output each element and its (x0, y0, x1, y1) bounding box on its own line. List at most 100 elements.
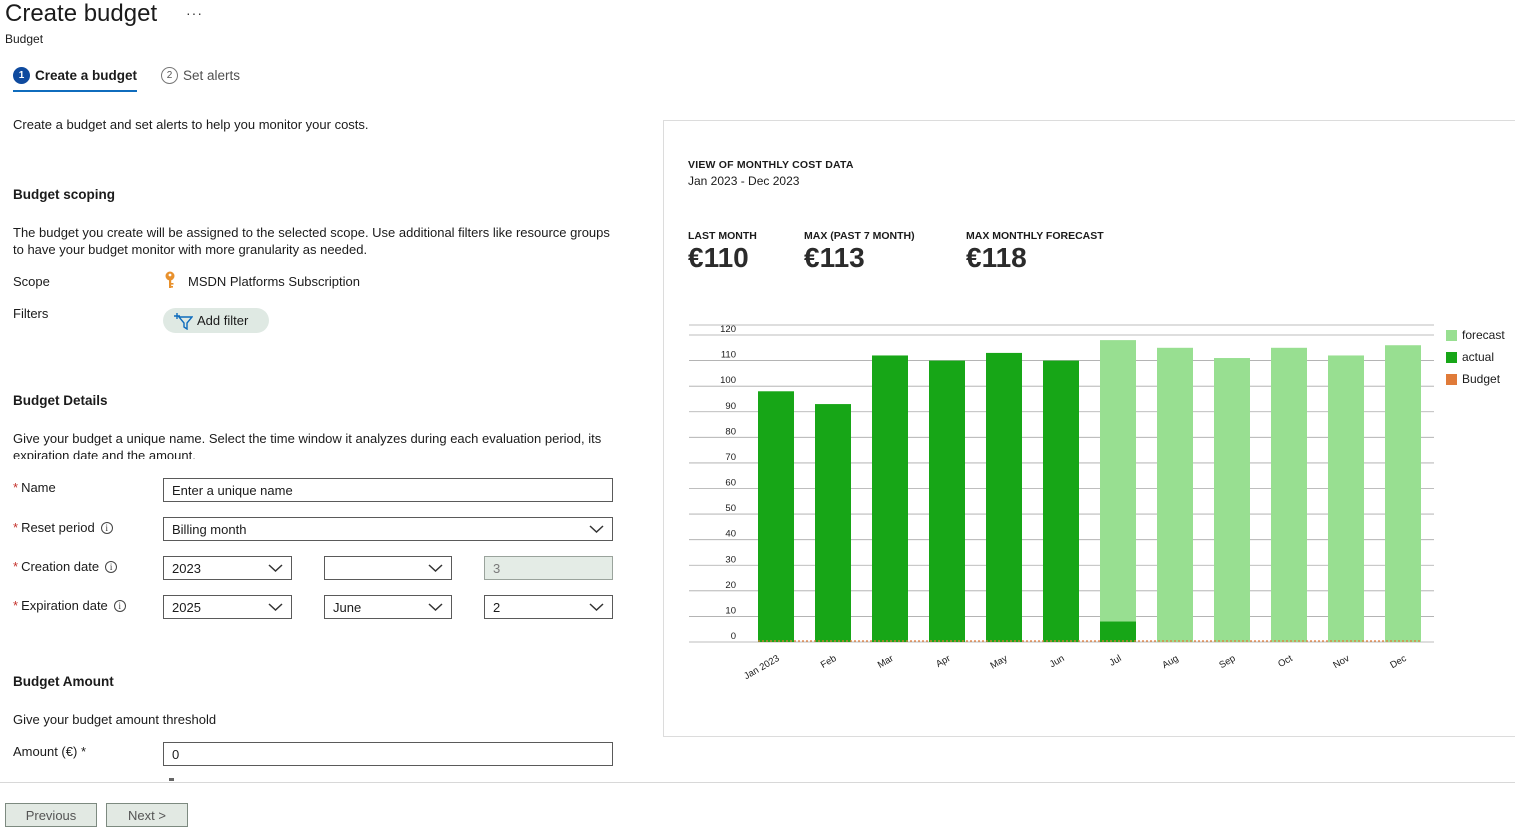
x-tick-label: Jun (1048, 653, 1067, 670)
y-tick-label: 50 (725, 503, 736, 514)
footer-divider (0, 782, 1515, 783)
y-tick-label: 120 (720, 324, 736, 335)
x-tick-label: Dec (1388, 653, 1408, 671)
name-input[interactable]: Enter a unique name (163, 478, 613, 502)
forecast-bar (1157, 347, 1193, 642)
details-heading: Budget Details (13, 393, 108, 408)
y-tick-label: 10 (725, 605, 736, 616)
expiration-month-select[interactable]: June (324, 595, 452, 619)
actual-bar (1043, 360, 1079, 642)
y-tick-label: 20 (725, 580, 736, 591)
actual-bar (986, 352, 1022, 642)
panel-range: Jan 2023 - Dec 2023 (688, 174, 800, 188)
kpi-max-forecast-value: €118 (966, 242, 1027, 273)
y-tick-label: 70 (725, 452, 736, 463)
scope-value[interactable]: MSDN Platforms Subscription (188, 274, 360, 289)
step-1-icon: 1 (13, 66, 30, 84)
filters-label: Filters (13, 306, 49, 321)
monthly-cost-chart: 0 10 20 30 40 50 60 70 80 90 100 110 120 Jan 2023 Feb M… (689, 324, 1434, 681)
scoping-heading: Budget scoping (13, 187, 115, 202)
kpi-max-past-label: MAX (PAST 7 MONTH) (804, 230, 915, 242)
y-tick-label: 90 (725, 401, 736, 412)
active-tab-indicator (13, 90, 137, 92)
expiration-date-label: * Expiration date i (13, 598, 126, 613)
legend-swatch-actual (1446, 351, 1457, 363)
kpi-max-past-value: €113 (804, 242, 865, 273)
legend-budget: Budget (1446, 372, 1505, 386)
reset-period-select[interactable]: Billing month (163, 517, 613, 541)
actual-bar (1100, 621, 1136, 642)
legend-swatch-forecast (1446, 329, 1457, 341)
legend-budget-label: Budget (1462, 372, 1501, 386)
creation-year-select[interactable]: 2023 (163, 556, 292, 580)
tab-set-alerts-label: Set alerts (183, 67, 241, 83)
add-filter-label: Add filter (197, 313, 249, 328)
forecast-bar (1100, 340, 1136, 642)
x-tick-label: Jul (1107, 653, 1123, 669)
cost-chart-panel: VIEW OF MONTHLY COST DATA Jan 2023 - Dec… (663, 120, 1515, 737)
chevron-down-icon (268, 603, 283, 612)
kpi-last-month-value: €110 (688, 242, 749, 273)
x-tick-label: Jan 2023 (742, 653, 781, 681)
legend-actual: actual (1446, 350, 1505, 364)
chevron-down-icon (428, 603, 443, 612)
details-description: Give your budget a unique name. Select t… (13, 431, 602, 459)
expiration-year-select[interactable]: 2025 (163, 595, 292, 619)
intro-text: Create a budget and set alerts to help y… (13, 117, 369, 132)
scroll-hint (169, 778, 174, 781)
next-button[interactable]: Next > (106, 803, 188, 827)
chevron-down-icon (428, 564, 443, 573)
step-2-icon: 2 (161, 66, 178, 84)
tab-create-budget-label: Create a budget (35, 67, 138, 83)
x-tick-label: Apr (934, 653, 952, 670)
page-subtitle: Budget (5, 32, 44, 46)
legend-actual-label: actual (1462, 350, 1495, 364)
forecast-bar (1328, 355, 1364, 642)
forecast-bar (1385, 345, 1421, 642)
tab-create-budget[interactable]: 1 Create a budget (13, 66, 137, 84)
name-label: * Name (13, 480, 56, 495)
kpi-last-month-label: LAST MONTH (688, 230, 757, 242)
tab-set-alerts[interactable]: 2 Set alerts (161, 66, 240, 84)
actual-bar (815, 404, 851, 642)
amount-description: Give your budget amount threshold (13, 712, 217, 727)
kpi-max-forecast-label: MAX MONTHLY FORECAST (966, 230, 1104, 242)
info-icon[interactable]: i (105, 560, 118, 573)
panel-title: VIEW OF MONTHLY COST DATA (688, 159, 854, 171)
info-icon[interactable]: i (113, 599, 126, 612)
legend-forecast: forecast (1446, 328, 1505, 342)
key-icon (165, 271, 175, 288)
x-tick-label: May (988, 653, 1009, 672)
expiration-day-value: 2 (493, 599, 501, 615)
creation-month-select[interactable] (324, 556, 452, 580)
previous-button[interactable]: Previous (5, 803, 97, 827)
chart-legend: forecast actual Budget (1446, 328, 1505, 386)
x-tick-label: Oct (1276, 653, 1295, 670)
actual-bar (758, 391, 794, 642)
y-tick-label: 40 (725, 529, 736, 540)
x-tick-label: Aug (1160, 653, 1180, 671)
x-tick-label: Sep (1217, 653, 1237, 671)
info-icon[interactable]: i (100, 521, 113, 534)
chevron-down-icon (589, 525, 604, 534)
expiration-month-value: June (333, 599, 362, 615)
y-tick-label: 110 (721, 350, 736, 361)
y-tick-label: 60 (725, 478, 736, 489)
add-filter-button[interactable]: Add filter (163, 308, 269, 333)
creation-year-value: 2023 (172, 560, 201, 576)
chevron-down-icon (268, 564, 283, 573)
reset-period-label: * Reset period i (13, 520, 113, 535)
expiration-day-select[interactable]: 2 (484, 595, 613, 619)
more-options-icon[interactable]: ··· (186, 5, 203, 21)
creation-day-value: 3 (493, 560, 501, 576)
scope-label: Scope (13, 274, 50, 289)
x-tick-label: Mar (876, 653, 896, 671)
actual-bar (872, 355, 908, 642)
scoping-description: The budget you create will be assigned t… (13, 225, 610, 257)
actual-bar (929, 360, 965, 642)
creation-day-field: 3 (484, 556, 613, 580)
amount-input[interactable]: 0 (163, 742, 613, 766)
x-tick-label: Nov (1331, 653, 1351, 671)
y-tick-label: 100 (720, 375, 736, 386)
add-filter-icon (174, 312, 193, 330)
